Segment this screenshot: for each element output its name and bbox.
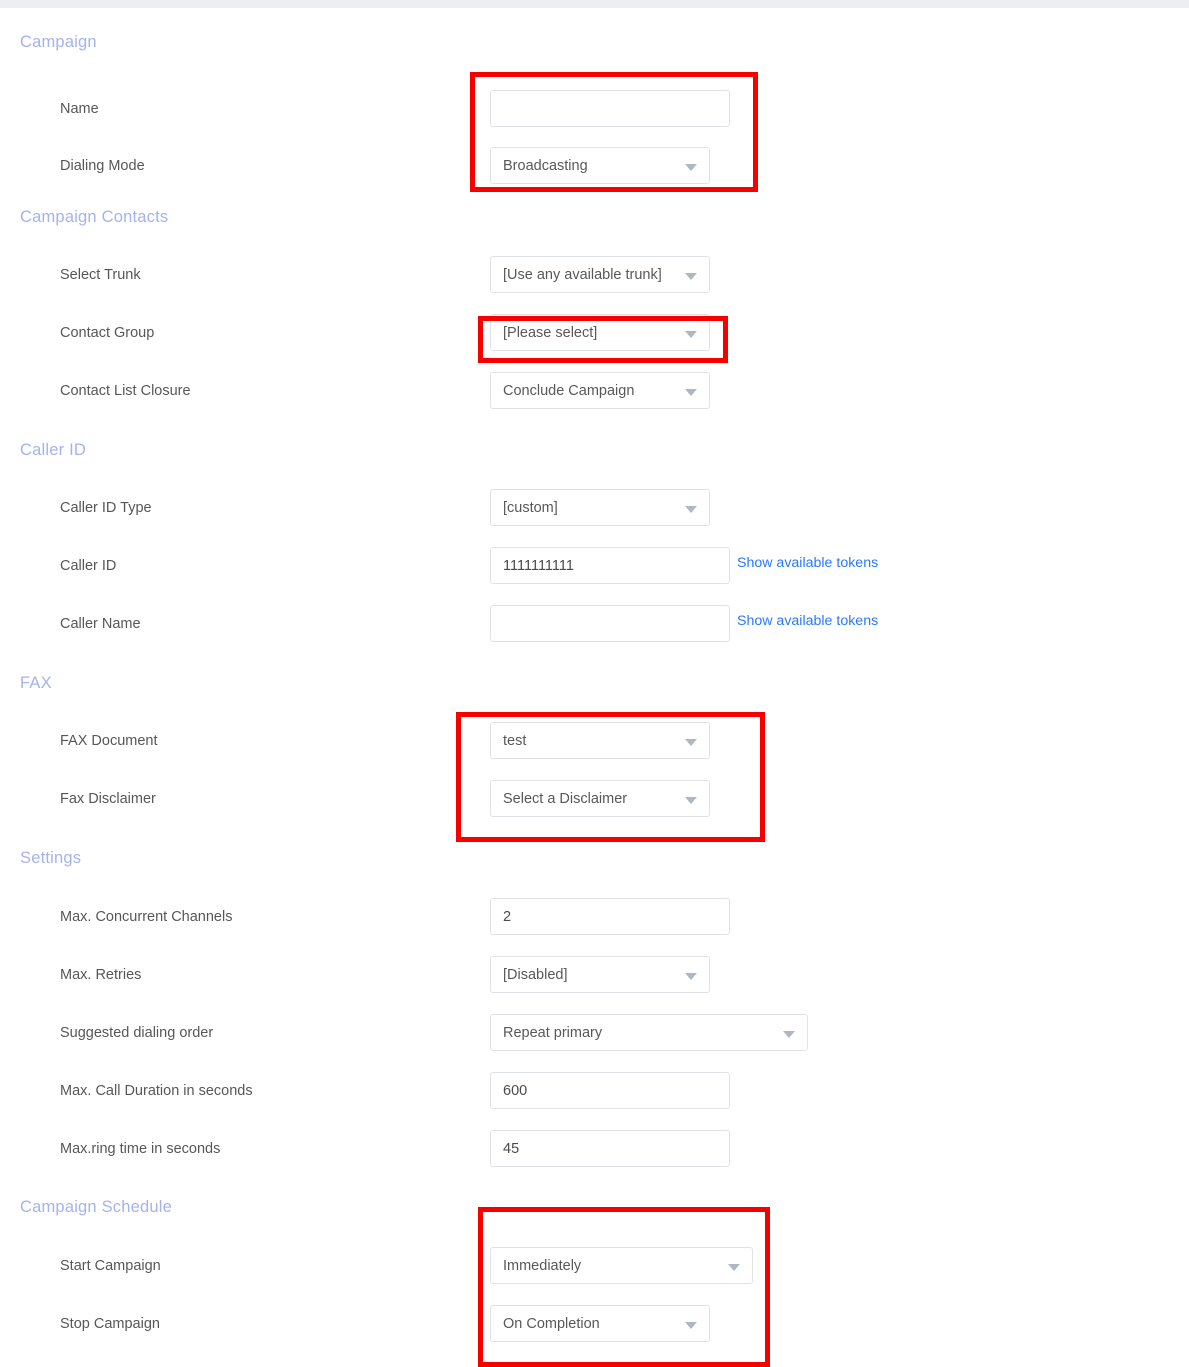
chevron-down-icon bbox=[728, 1263, 740, 1271]
contact-list-closure-select[interactable]: Conclude Campaign bbox=[490, 372, 710, 409]
max-retries-value: [Disabled] bbox=[503, 966, 568, 983]
label-fax-document: FAX Document bbox=[60, 733, 158, 749]
stop-campaign-select[interactable]: On Completion bbox=[490, 1305, 710, 1342]
chevron-down-icon bbox=[685, 972, 697, 980]
form-row-start-campaign: Start Campaign Immediately bbox=[0, 1247, 1189, 1285]
section-heading-campaign-contacts: Campaign Contacts bbox=[20, 208, 169, 226]
contact-list-closure-value: Conclude Campaign bbox=[503, 382, 635, 399]
suggested-dialing-order-select[interactable]: Repeat primary bbox=[490, 1014, 808, 1051]
section-heading-fax: FAX bbox=[20, 674, 52, 692]
label-stop-campaign: Stop Campaign bbox=[60, 1316, 160, 1332]
form-row-max-concurrent-channels: Max. Concurrent Channels bbox=[0, 898, 1189, 936]
chevron-down-icon bbox=[685, 505, 697, 513]
form-row-caller-id: Caller ID Show available tokens bbox=[0, 547, 1189, 585]
label-fax-disclaimer: Fax Disclaimer bbox=[60, 791, 156, 807]
caller-id-type-select[interactable]: [custom] bbox=[490, 489, 710, 526]
start-campaign-select[interactable]: Immediately bbox=[490, 1247, 753, 1284]
label-contact-group: Contact Group bbox=[60, 325, 155, 341]
caller-name-input[interactable] bbox=[490, 605, 730, 642]
suggested-dialing-order-value: Repeat primary bbox=[503, 1024, 603, 1041]
label-dialing-mode: Dialing Mode bbox=[60, 158, 145, 174]
label-contact-list-closure: Contact List Closure bbox=[60, 383, 191, 399]
label-caller-id-type: Caller ID Type bbox=[60, 500, 152, 516]
fax-disclaimer-value: Select a Disclaimer bbox=[503, 790, 628, 807]
show-available-tokens-link-caller-id[interactable]: Show available tokens bbox=[737, 555, 878, 571]
form-row-contact-list-closure: Contact List Closure Conclude Campaign bbox=[0, 372, 1189, 410]
form-row-stop-campaign: Stop Campaign On Completion bbox=[0, 1305, 1189, 1343]
label-max-concurrent-channels: Max. Concurrent Channels bbox=[60, 909, 233, 925]
show-available-tokens-link-caller-name[interactable]: Show available tokens bbox=[737, 613, 878, 629]
dialing-mode-value: Broadcasting bbox=[503, 157, 588, 174]
max-retries-select[interactable]: [Disabled] bbox=[490, 956, 710, 993]
top-strip bbox=[0, 0, 1189, 8]
fax-disclaimer-select[interactable]: Select a Disclaimer bbox=[490, 780, 710, 817]
stop-campaign-value: On Completion bbox=[503, 1315, 600, 1332]
max-ring-time-input[interactable] bbox=[490, 1130, 730, 1167]
form-row-max-retries: Max. Retries [Disabled] bbox=[0, 956, 1189, 994]
label-start-campaign: Start Campaign bbox=[60, 1258, 161, 1274]
label-caller-id: Caller ID bbox=[60, 558, 117, 574]
form-row-name: Name bbox=[0, 90, 1189, 128]
chevron-down-icon bbox=[685, 272, 697, 280]
chevron-down-icon bbox=[685, 388, 697, 396]
label-caller-name: Caller Name bbox=[60, 616, 141, 632]
annotation-campaign-schedule-highlight bbox=[478, 1207, 770, 1367]
form-row-fax-document: FAX Document test bbox=[0, 722, 1189, 760]
form-row-contact-group: Contact Group [Please select] bbox=[0, 314, 1189, 352]
select-trunk-value: [Use any available trunk] bbox=[503, 266, 662, 283]
form-row-caller-name: Caller Name Show available tokens bbox=[0, 605, 1189, 643]
caller-id-type-value: [custom] bbox=[503, 499, 558, 516]
contact-group-select[interactable]: [Please select] bbox=[490, 314, 710, 351]
dialing-mode-select[interactable]: Broadcasting bbox=[490, 147, 710, 184]
name-input[interactable] bbox=[490, 90, 730, 127]
form-row-select-trunk: Select Trunk [Use any available trunk] bbox=[0, 256, 1189, 294]
chevron-down-icon bbox=[685, 1321, 697, 1329]
max-call-duration-input[interactable] bbox=[490, 1072, 730, 1109]
label-name: Name bbox=[60, 101, 99, 117]
label-suggested-dialing-order: Suggested dialing order bbox=[60, 1025, 214, 1041]
contact-group-value: [Please select] bbox=[503, 324, 598, 341]
chevron-down-icon bbox=[783, 1030, 795, 1038]
fax-document-select[interactable]: test bbox=[490, 722, 710, 759]
form-row-suggested-dialing-order: Suggested dialing order Repeat primary bbox=[0, 1014, 1189, 1052]
chevron-down-icon bbox=[685, 163, 697, 171]
label-select-trunk: Select Trunk bbox=[60, 267, 141, 283]
max-concurrent-channels-input[interactable] bbox=[490, 898, 730, 935]
fax-document-value: test bbox=[503, 732, 527, 749]
select-trunk-select[interactable]: [Use any available trunk] bbox=[490, 256, 710, 293]
form-row-max-call-duration: Max. Call Duration in seconds bbox=[0, 1072, 1189, 1110]
section-heading-caller-id: Caller ID bbox=[20, 441, 86, 459]
section-heading-settings: Settings bbox=[20, 849, 82, 867]
chevron-down-icon bbox=[685, 330, 697, 338]
form-row-fax-disclaimer: Fax Disclaimer Select a Disclaimer bbox=[0, 780, 1189, 818]
form-row-max-ring-time: Max.ring time in seconds bbox=[0, 1130, 1189, 1168]
label-max-retries: Max. Retries bbox=[60, 967, 142, 983]
form-row-dialing-mode: Dialing Mode Broadcasting bbox=[0, 147, 1189, 185]
chevron-down-icon bbox=[685, 738, 697, 746]
caller-id-input[interactable] bbox=[490, 547, 730, 584]
chevron-down-icon bbox=[685, 796, 697, 804]
start-campaign-value: Immediately bbox=[503, 1257, 582, 1274]
label-max-ring-time: Max.ring time in seconds bbox=[60, 1141, 221, 1157]
form-row-caller-id-type: Caller ID Type [custom] bbox=[0, 489, 1189, 527]
label-max-call-duration: Max. Call Duration in seconds bbox=[60, 1083, 253, 1099]
section-heading-campaign: Campaign bbox=[20, 33, 97, 51]
section-heading-campaign-schedule: Campaign Schedule bbox=[20, 1198, 172, 1216]
